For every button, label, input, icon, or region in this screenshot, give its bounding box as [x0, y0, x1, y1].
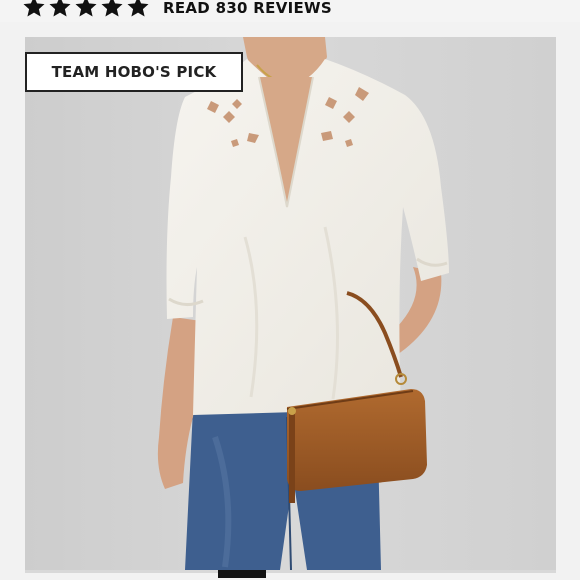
carousel-track: [25, 570, 556, 573]
product-photo: [25, 37, 556, 570]
star-rating: [22, 0, 150, 19]
star-icon: [23, 0, 45, 17]
star-icon: [127, 0, 149, 17]
team-pick-badge: TEAM HOBO'S PICK: [25, 52, 243, 92]
star-icon: [75, 0, 97, 17]
rating-bar: READ 830 REVIEWS: [0, 0, 580, 22]
star-icon: [101, 0, 123, 17]
product-image-card[interactable]: [25, 37, 556, 570]
star-icon: [49, 0, 71, 17]
carousel-active-indicator[interactable]: [218, 570, 266, 578]
image-carousel-indicator[interactable]: [25, 570, 556, 580]
read-reviews-link[interactable]: READ 830 REVIEWS: [163, 0, 332, 17]
team-pick-label: TEAM HOBO'S PICK: [51, 63, 217, 81]
